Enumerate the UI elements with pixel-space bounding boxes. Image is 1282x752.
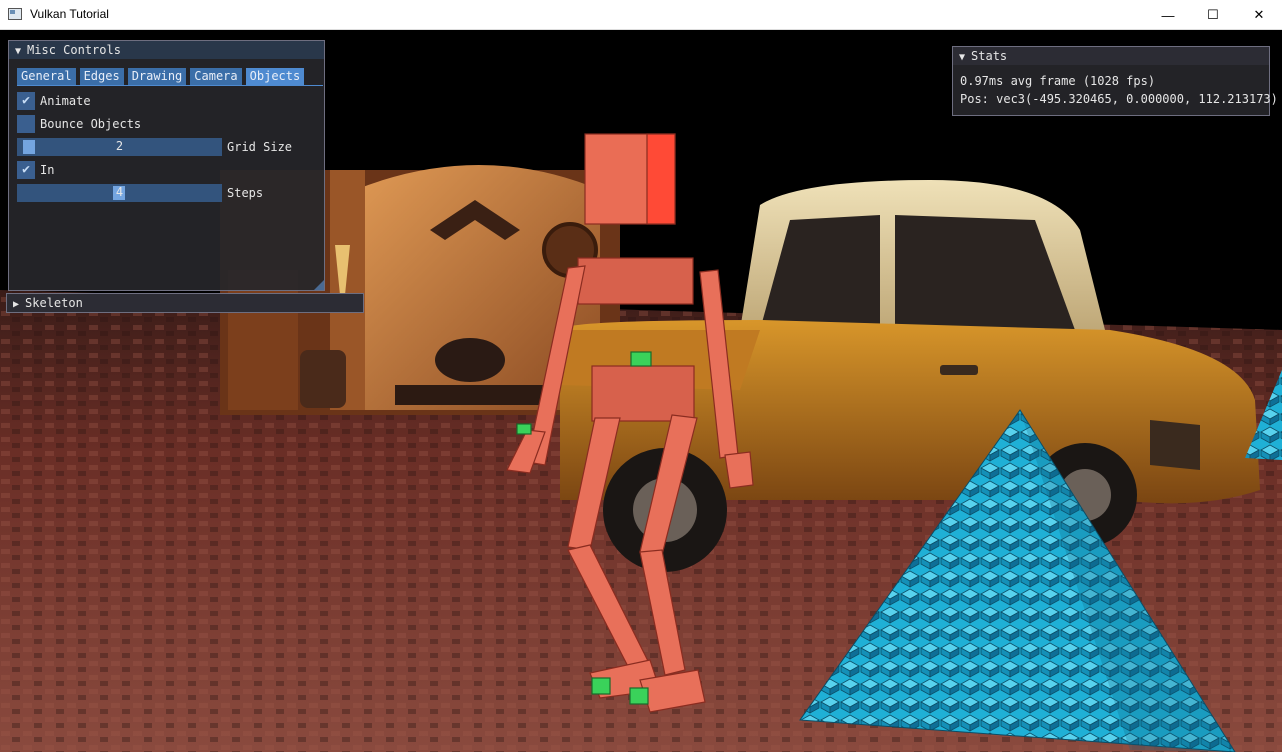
- camera-position-text: Pos: vec3(-495.320465, 0.000000, 112.213…: [960, 92, 1278, 106]
- misc-controls-title: Misc Controls: [27, 43, 121, 57]
- tab-objects[interactable]: Objects: [245, 68, 305, 85]
- close-button[interactable]: ✕: [1236, 0, 1282, 30]
- grid-size-row: 2 Grid Size: [17, 137, 292, 156]
- animate-row: ✔ Animate: [17, 91, 91, 110]
- maximize-button[interactable]: ☐: [1190, 0, 1236, 30]
- steps-slider[interactable]: 4: [17, 183, 222, 202]
- tab-underline: [17, 85, 323, 86]
- app-window-icon: [8, 8, 22, 20]
- triangle-down-icon: ▼: [959, 52, 966, 63]
- grid-size-slider[interactable]: 2: [17, 137, 222, 156]
- render-viewport[interactable]: ▼ Misc Controls General Edges Drawing Cam…: [0, 30, 1282, 752]
- triangle-right-icon: ▶: [13, 299, 20, 310]
- misc-controls-header[interactable]: ▼ Misc Controls: [9, 41, 324, 59]
- window-titlebar: Vulkan Tutorial — ☐ ✕: [0, 0, 1282, 30]
- skeleton-panel[interactable]: ▶ Skeleton: [6, 293, 364, 313]
- check-icon: ✔: [22, 162, 30, 177]
- bounce-objects-row: Bounce Objects: [17, 114, 141, 133]
- in-row: ✔ In: [17, 160, 54, 179]
- frame-time-text: 0.97ms avg frame (1028 fps): [960, 74, 1156, 88]
- steps-value: 4: [115, 184, 124, 199]
- grid-size-value: 2: [115, 138, 124, 153]
- stats-title: Stats: [971, 49, 1008, 63]
- misc-controls-tabbar: General Edges Drawing Camera Objects: [17, 68, 305, 85]
- stats-header[interactable]: ▼ Stats: [953, 47, 1269, 65]
- in-label: In: [40, 162, 55, 177]
- bounce-objects-checkbox[interactable]: [17, 114, 35, 133]
- animate-label: Animate: [40, 93, 91, 108]
- triangle-down-icon: ▼: [15, 46, 22, 57]
- skeleton-header[interactable]: ▶ Skeleton: [7, 294, 363, 312]
- animate-checkbox[interactable]: ✔: [17, 91, 35, 110]
- grid-size-label: Grid Size: [227, 139, 293, 154]
- minimize-button[interactable]: —: [1145, 0, 1191, 30]
- check-icon: ✔: [22, 93, 30, 108]
- resize-grip[interactable]: [314, 280, 324, 290]
- tab-drawing[interactable]: Drawing: [127, 68, 187, 85]
- misc-controls-panel[interactable]: ▼ Misc Controls General Edges Drawing Cam…: [8, 40, 325, 291]
- skeleton-title: Skeleton: [25, 296, 83, 310]
- tab-camera[interactable]: Camera: [190, 68, 242, 85]
- bounce-objects-label: Bounce Objects: [40, 116, 142, 131]
- tab-edges[interactable]: Edges: [79, 68, 124, 85]
- in-checkbox[interactable]: ✔: [17, 160, 35, 179]
- window-title: Vulkan Tutorial: [30, 7, 109, 21]
- stats-panel[interactable]: ▼ Stats 0.97ms avg frame (1028 fps) Pos: …: [952, 46, 1278, 116]
- steps-row: 4 Steps: [17, 183, 263, 202]
- tab-general[interactable]: General: [17, 68, 76, 85]
- steps-label: Steps: [227, 185, 264, 200]
